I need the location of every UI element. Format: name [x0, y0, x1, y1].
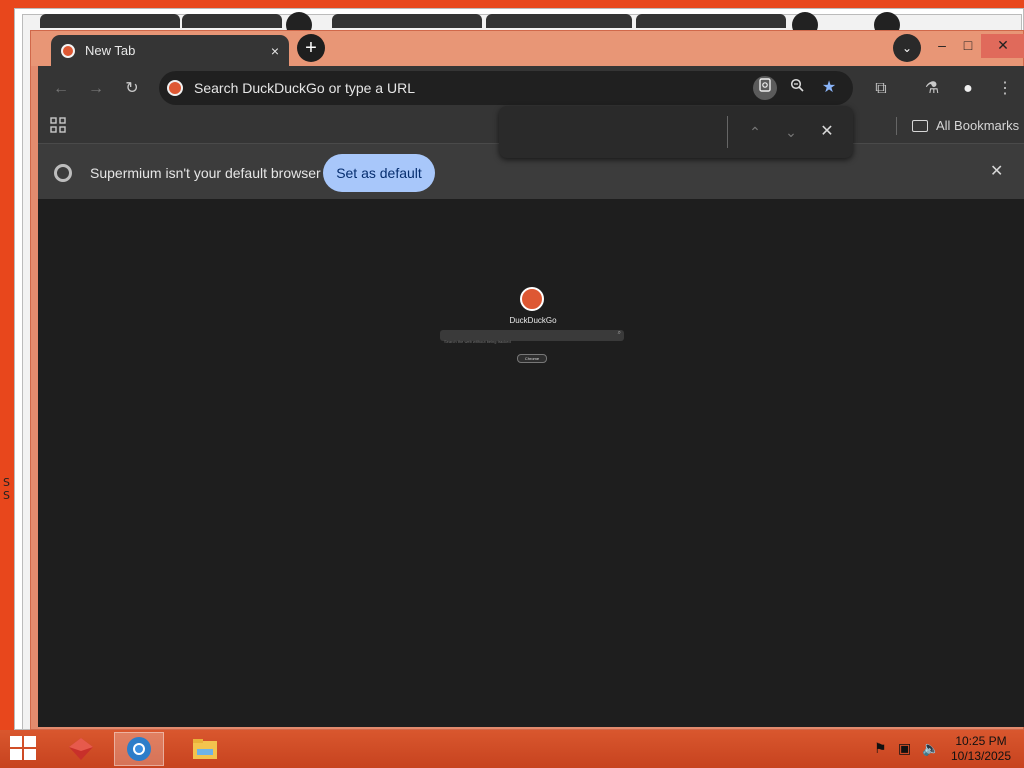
browser-icon [127, 737, 151, 761]
find-bar: ⌃ ⌄ ✕ [499, 106, 853, 158]
set-as-default-button[interactable]: Set as default [323, 154, 435, 192]
background-tab [182, 14, 282, 28]
file-explorer-icon [193, 739, 217, 759]
bookmark-star-icon[interactable]: ★ [817, 76, 841, 100]
menu-icon[interactable]: ⋮ [992, 76, 1018, 102]
back-icon[interactable]: ← [48, 76, 74, 102]
extensions-icon[interactable]: ⧉ [868, 76, 894, 102]
search-icon[interactable]: ⌕ [618, 330, 621, 337]
forward-icon[interactable]: → [83, 76, 109, 102]
tab-close-icon[interactable]: × [271, 43, 279, 59]
new-tab-button[interactable]: + [297, 34, 325, 62]
page-search-box[interactable]: ⌕ [440, 330, 624, 347]
maximize-button[interactable]: □ [955, 34, 981, 58]
background-tab [40, 14, 180, 28]
windows-logo-icon [24, 749, 36, 760]
find-input[interactable] [511, 118, 721, 146]
windows-logo-icon [10, 749, 22, 760]
brand-name: DuckDuckGo [509, 316, 557, 325]
background-tab [486, 14, 632, 28]
divider [896, 117, 897, 135]
tab-search-button[interactable]: ⌄ [893, 34, 921, 62]
start-button[interactable] [10, 736, 38, 762]
all-bookmarks-label: All Bookmarks [936, 118, 1020, 133]
all-bookmarks-button[interactable]: All Bookmarks [912, 118, 1019, 133]
action-center-flag-icon[interactable]: ⚑ [874, 740, 887, 757]
volume-muted-icon[interactable]: 🔈 [922, 740, 939, 757]
clock-time: 10:25 PM [955, 734, 1007, 748]
apps-grid-icon[interactable] [50, 117, 66, 138]
app-red-icon [69, 738, 93, 760]
minimize-button[interactable]: – [929, 34, 955, 58]
reload-icon[interactable]: ↻ [119, 76, 145, 102]
find-previous-icon[interactable]: ⌃ [743, 120, 767, 144]
taskbar: ⚑ ▣ 🔈 10:25 PM 10/13/2025 [0, 730, 1024, 768]
zoom-icon[interactable] [785, 76, 809, 100]
close-window-button[interactable]: ✕ [981, 34, 1024, 58]
browser-window: New Tab × + ⌄ – □ ✕ ← → ↻ ★ ⧉ ⚗ ● ⋮ [30, 30, 1024, 730]
address-bar[interactable]: ★ [159, 71, 853, 105]
duckduckgo-favicon-icon [61, 43, 75, 58]
find-next-icon[interactable]: ⌄ [779, 120, 803, 144]
duckduckgo-icon [167, 80, 183, 96]
profile-icon[interactable]: ● [955, 76, 981, 102]
windows-logo-icon [24, 736, 36, 747]
infobar-message: Supermium isn't your default browser [90, 165, 321, 181]
title-bar: New Tab × + ⌄ – □ ✕ [31, 31, 1024, 66]
clock-date: 10/13/2025 [950, 749, 1012, 763]
tab-new-tab[interactable]: New Tab × [51, 35, 289, 66]
network-icon[interactable]: ▣ [898, 740, 911, 757]
clock[interactable]: 10:25 PM 10/13/2025 [946, 734, 1016, 764]
find-close-icon[interactable]: ✕ [815, 120, 839, 144]
taskbar-app-red[interactable] [56, 732, 106, 766]
background-tab [332, 14, 482, 28]
taskbar-app-explorer[interactable] [180, 732, 230, 766]
windows-logo-icon [10, 736, 22, 747]
page-content: DuckDuckGo ⌕ Chrome [38, 199, 1024, 727]
duckduckgo-logo-icon [520, 287, 544, 311]
taskbar-app-browser[interactable] [114, 732, 164, 766]
labs-icon[interactable]: ⚗ [919, 76, 945, 102]
page-search-input[interactable] [440, 336, 610, 347]
page-search-icon[interactable] [753, 76, 777, 100]
desktop-edge-text: SS [3, 476, 10, 502]
background-tab [636, 14, 786, 28]
infobar-close-icon[interactable]: ✕ [990, 161, 1003, 181]
toolbar: ← → ↻ ★ ⧉ ⚗ ● ⋮ [38, 66, 1024, 111]
tab-title: New Tab [85, 43, 136, 58]
folder-icon [912, 119, 928, 132]
cta-button[interactable]: Chrome [517, 354, 547, 363]
divider [727, 116, 728, 148]
chrome-logo-icon [54, 164, 72, 182]
